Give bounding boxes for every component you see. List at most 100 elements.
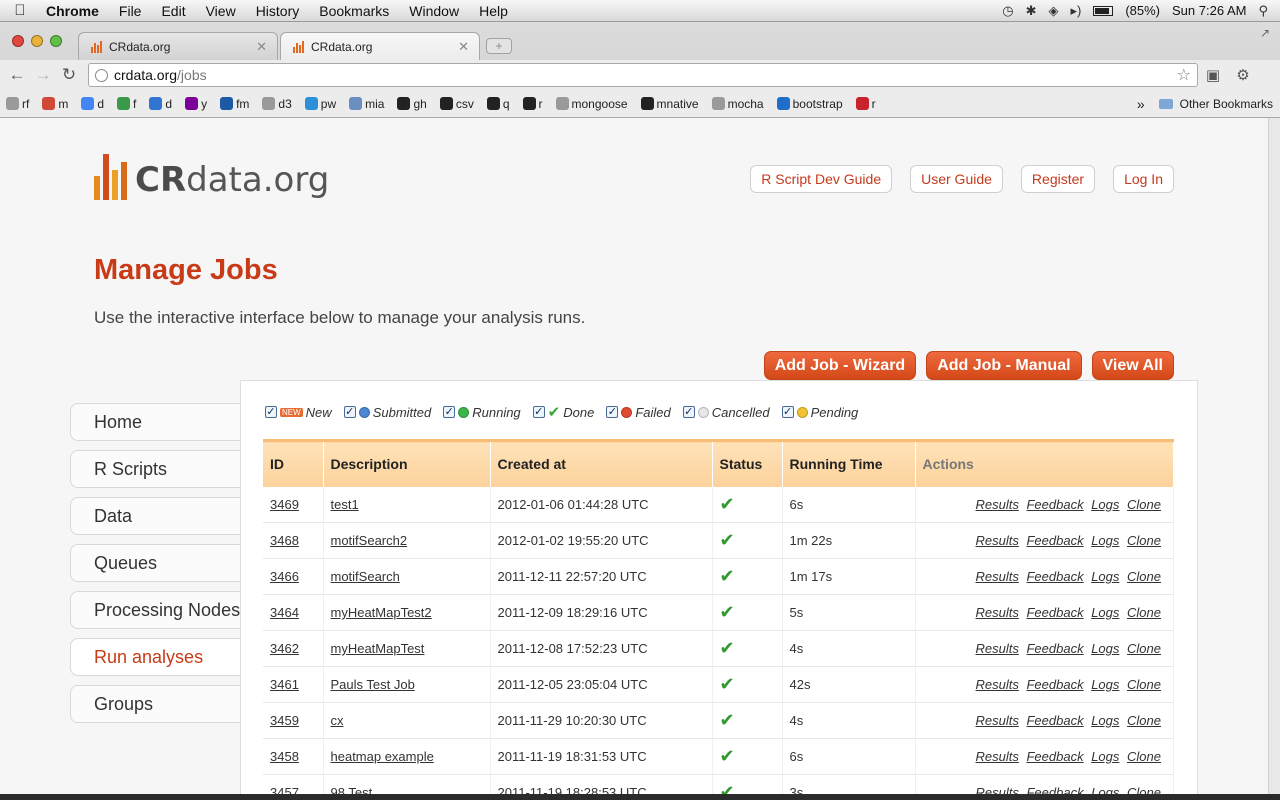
- clone-link[interactable]: Clone: [1127, 677, 1161, 692]
- clone-link[interactable]: Clone: [1127, 497, 1161, 512]
- sidebar-item-home[interactable]: Home: [70, 403, 242, 441]
- header-status[interactable]: Status: [712, 439, 783, 487]
- results-link[interactable]: Results: [976, 785, 1019, 794]
- menu-edit[interactable]: Edit: [151, 3, 195, 19]
- clone-link[interactable]: Clone: [1127, 605, 1161, 620]
- job-id-link[interactable]: 3461: [270, 677, 299, 692]
- header-description[interactable]: Description: [323, 439, 491, 487]
- results-link[interactable]: Results: [976, 533, 1019, 548]
- logs-link[interactable]: Logs: [1091, 497, 1119, 512]
- time-machine-icon[interactable]: ◷: [1002, 3, 1013, 19]
- feedback-link[interactable]: Feedback: [1026, 713, 1083, 728]
- bookmark-f[interactable]: f: [111, 97, 143, 111]
- job-description-link[interactable]: Pauls Test Job: [331, 677, 415, 692]
- header-running-time[interactable]: Running Time: [782, 439, 916, 487]
- battery-icon[interactable]: [1093, 5, 1114, 16]
- wifi-icon[interactable]: ◈: [1048, 3, 1058, 19]
- header-created-at[interactable]: Created at: [490, 439, 713, 487]
- add-job-wizard-button[interactable]: Add Job - Wizard: [763, 351, 917, 380]
- bookmark-d[interactable]: d: [143, 97, 179, 111]
- bookmark-mia[interactable]: mia: [343, 97, 391, 111]
- job-id-link[interactable]: 3459: [270, 713, 299, 728]
- browser-tab-active[interactable]: CRdata.org ✕: [280, 32, 480, 60]
- feedback-link[interactable]: Feedback: [1026, 785, 1083, 794]
- add-job-manual-button[interactable]: Add Job - Manual: [926, 351, 1082, 380]
- menu-history[interactable]: History: [246, 3, 310, 19]
- results-link[interactable]: Results: [976, 713, 1019, 728]
- logs-link[interactable]: Logs: [1091, 533, 1119, 548]
- address-bar[interactable]: crdata.org/jobs ☆: [88, 63, 1198, 87]
- logs-link[interactable]: Logs: [1091, 713, 1119, 728]
- bookmark-mnative[interactable]: mnative: [635, 97, 706, 111]
- view-all-button[interactable]: View All: [1091, 351, 1174, 380]
- page-scrollbar[interactable]: [1268, 118, 1280, 794]
- menu-view[interactable]: View: [196, 3, 246, 19]
- other-bookmarks-folder[interactable]: Other Bookmarks: [1153, 97, 1280, 111]
- job-description-link[interactable]: myHeatMapTest2: [331, 605, 432, 620]
- clone-link[interactable]: Clone: [1127, 569, 1161, 584]
- clone-link[interactable]: Clone: [1127, 533, 1161, 548]
- clock[interactable]: Sun 7:26 AM: [1172, 3, 1246, 18]
- feedback-link[interactable]: Feedback: [1026, 605, 1083, 620]
- volume-icon[interactable]: ▸): [1070, 3, 1081, 19]
- job-id-link[interactable]: 3464: [270, 605, 299, 620]
- filter-checkbox[interactable]: ✓: [606, 406, 619, 418]
- wrench-icon[interactable]: ⚙: [1228, 66, 1258, 84]
- close-tab-icon[interactable]: ✕: [458, 39, 469, 55]
- page-info-icon[interactable]: [95, 68, 108, 82]
- job-description-link[interactable]: 98 Test: [331, 785, 373, 794]
- more-bookmarks-chevron-icon[interactable]: »: [1129, 96, 1153, 112]
- filter-checkbox[interactable]: ✓: [443, 406, 456, 418]
- job-description-link[interactable]: motifSearch2: [331, 533, 408, 548]
- feedback-link[interactable]: Feedback: [1026, 533, 1083, 548]
- bookmark-q[interactable]: q: [481, 97, 517, 111]
- job-description-link[interactable]: heatmap example: [331, 749, 434, 764]
- logs-link[interactable]: Logs: [1091, 569, 1119, 584]
- logs-link[interactable]: Logs: [1091, 605, 1119, 620]
- close-window-icon[interactable]: [12, 35, 24, 47]
- menu-file[interactable]: File: [109, 3, 152, 19]
- job-description-link[interactable]: cx: [331, 713, 344, 728]
- logs-link[interactable]: Logs: [1091, 749, 1119, 764]
- filter-cancelled[interactable]: ✓ Cancelled: [682, 405, 770, 420]
- feedback-link[interactable]: Feedback: [1026, 497, 1083, 512]
- nav-user-guide[interactable]: User Guide: [910, 165, 1003, 193]
- bookmark-d3[interactable]: d3: [256, 97, 298, 111]
- results-link[interactable]: Results: [976, 605, 1019, 620]
- menu-app[interactable]: Chrome: [40, 3, 109, 19]
- bookmark-r[interactable]: r: [850, 97, 883, 111]
- results-link[interactable]: Results: [976, 749, 1019, 764]
- logs-link[interactable]: Logs: [1091, 641, 1119, 656]
- reload-icon[interactable]: ↻: [56, 65, 82, 85]
- bookmark-bootstrap[interactable]: bootstrap: [771, 97, 850, 111]
- filter-new[interactable]: ✓ NEW New: [265, 405, 332, 420]
- clone-link[interactable]: Clone: [1127, 785, 1161, 794]
- clone-link[interactable]: Clone: [1127, 749, 1161, 764]
- job-description-link[interactable]: myHeatMapTest: [331, 641, 425, 656]
- bookmark-m[interactable]: m: [36, 97, 75, 111]
- job-description-link[interactable]: test1: [331, 497, 359, 512]
- results-link[interactable]: Results: [976, 641, 1019, 656]
- bookmark-r[interactable]: r: [517, 97, 550, 111]
- feedback-link[interactable]: Feedback: [1026, 749, 1083, 764]
- filter-pending[interactable]: ✓ Pending: [781, 405, 858, 420]
- header-id[interactable]: ID: [263, 439, 324, 487]
- sidebar-item-data[interactable]: Data: [70, 497, 242, 535]
- bookmark-y[interactable]: y: [179, 97, 214, 111]
- sidebar-item-r-scripts[interactable]: R Scripts: [70, 450, 242, 488]
- crdata-logo[interactable]: CRdata.org: [94, 154, 329, 200]
- browser-tab[interactable]: CRdata.org ✕: [78, 32, 278, 60]
- bookmark-mocha[interactable]: mocha: [706, 97, 771, 111]
- job-id-link[interactable]: 3462: [270, 641, 299, 656]
- results-link[interactable]: Results: [976, 677, 1019, 692]
- bluetooth-icon[interactable]: ✱: [1026, 3, 1037, 19]
- logs-link[interactable]: Logs: [1091, 785, 1119, 794]
- clone-link[interactable]: Clone: [1127, 713, 1161, 728]
- bookmark-d[interactable]: d: [75, 97, 111, 111]
- logs-link[interactable]: Logs: [1091, 677, 1119, 692]
- bookmark-gh[interactable]: gh: [391, 97, 433, 111]
- filter-checkbox[interactable]: ✓: [343, 406, 356, 418]
- job-id-link[interactable]: 3457: [270, 785, 299, 794]
- nav-r-script-dev-guide[interactable]: R Script Dev Guide: [750, 165, 893, 193]
- job-id-link[interactable]: 3469: [270, 497, 299, 512]
